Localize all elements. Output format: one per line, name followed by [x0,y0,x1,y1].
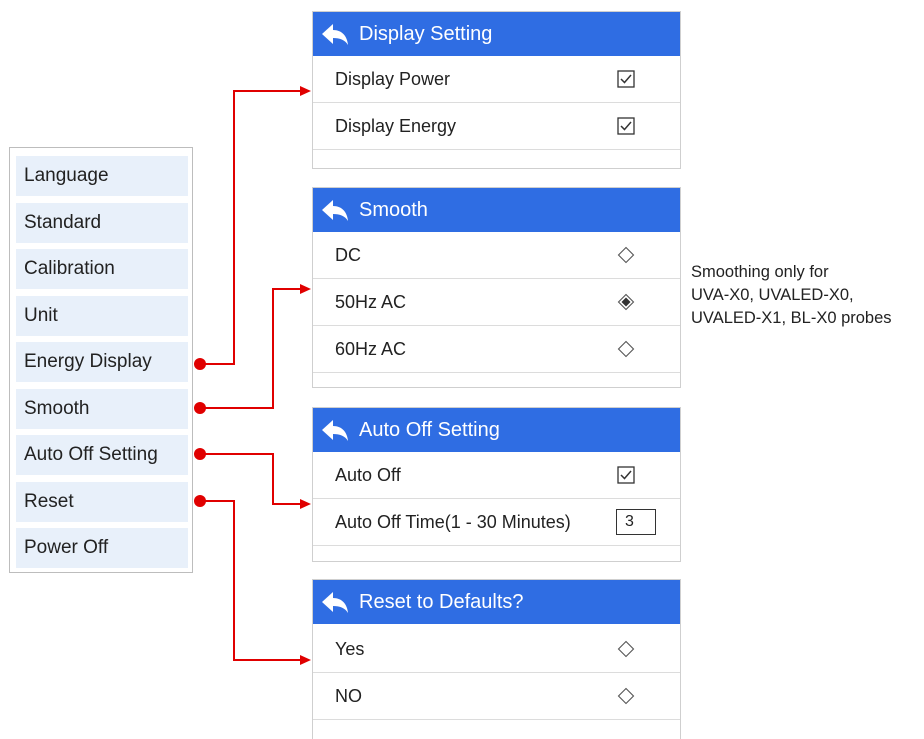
connector-reset [194,495,311,665]
connector-auto-off-setting [194,448,311,509]
connector-energy-display [194,86,311,370]
connector-smooth [194,284,311,414]
connector-lines [194,86,311,665]
